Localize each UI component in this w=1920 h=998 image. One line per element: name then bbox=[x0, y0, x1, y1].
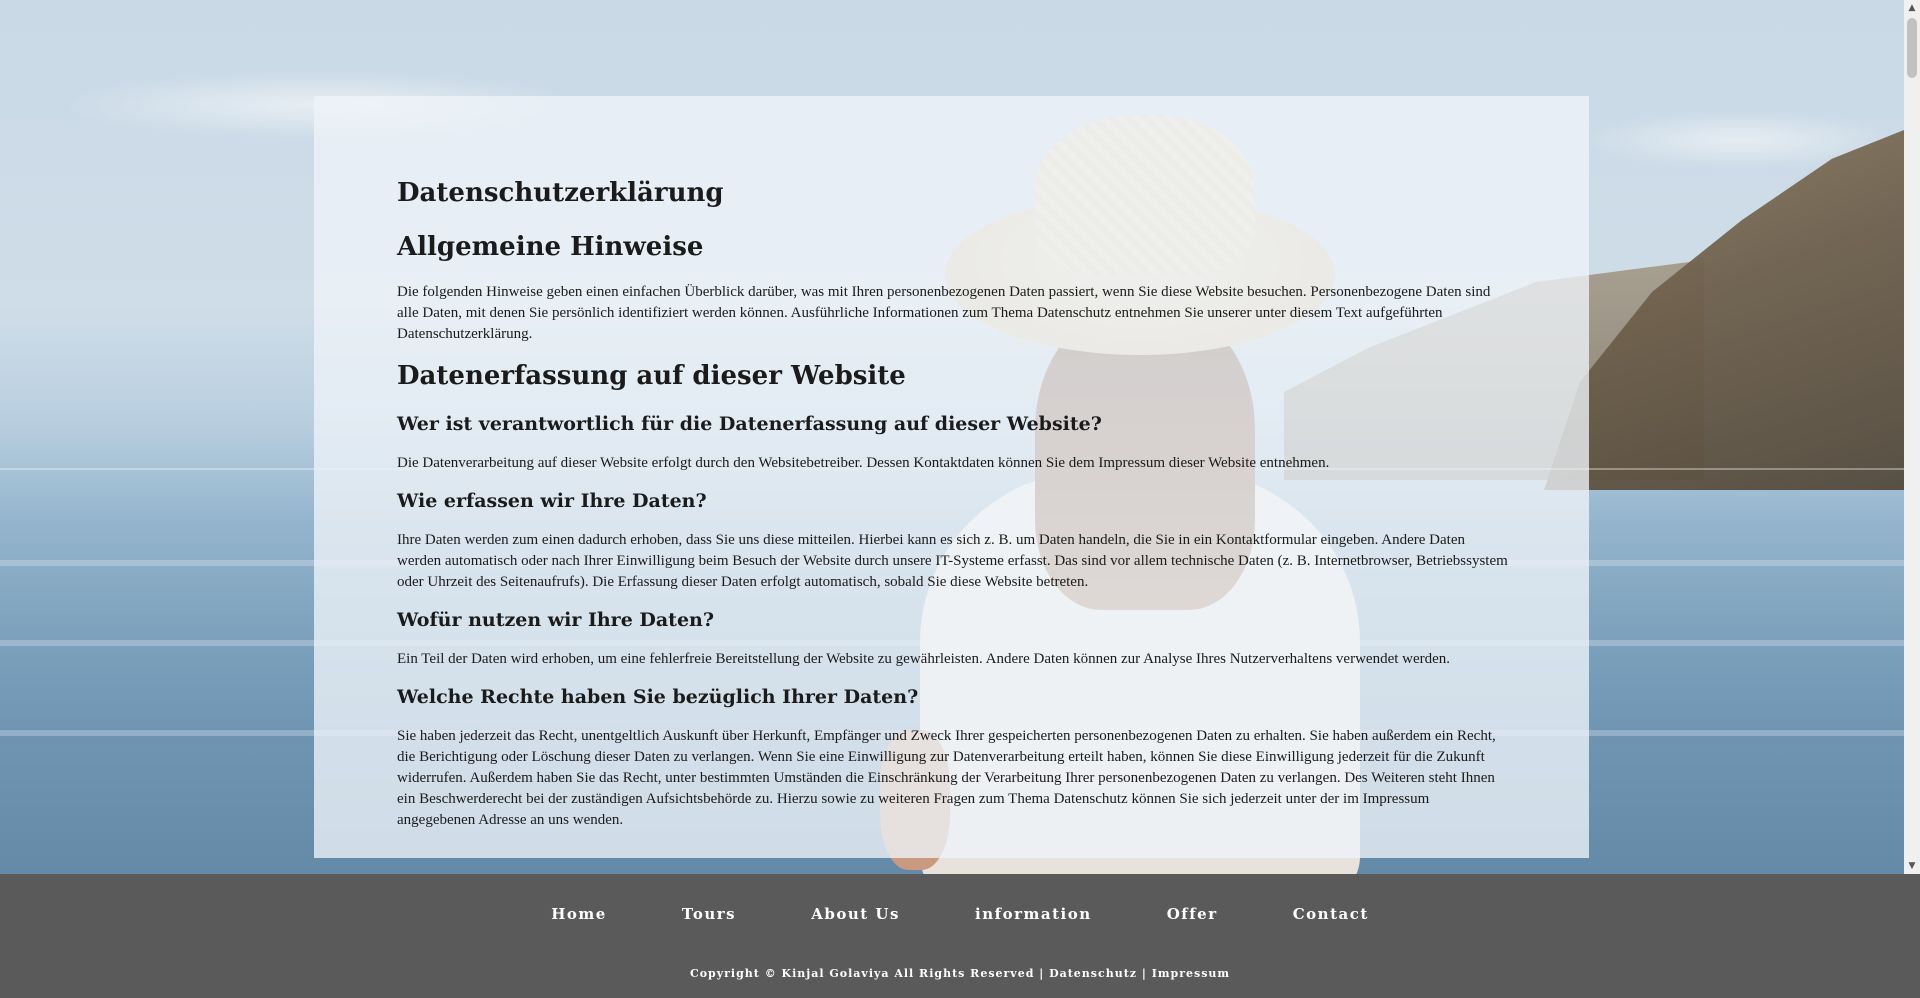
question-heading-usage: Wofür nutzen wir Ihre Daten? bbox=[397, 609, 714, 631]
privacy-panel[interactable]: Datenschutzerklärung Allgemeine Hinweise… bbox=[314, 96, 1589, 858]
vertical-scrollbar[interactable]: ▲ ▼ bbox=[1904, 0, 1920, 874]
paragraph-how-collect: Ihre Daten werden zum einen dadurch erho… bbox=[397, 532, 1508, 590]
nav-link-home[interactable]: Home bbox=[551, 905, 607, 923]
scroll-up-icon[interactable]: ▲ bbox=[1904, 0, 1920, 16]
footer-nav: Home Tours About Us information Offer Co… bbox=[0, 904, 1920, 923]
paragraph-usage: Ein Teil der Daten wird erhoben, um eine… bbox=[397, 651, 1451, 667]
footer: Home Tours About Us information Offer Co… bbox=[0, 874, 1920, 998]
impressum-link[interactable]: Impressum bbox=[1152, 967, 1230, 980]
copyright: Copyright © Kinjal Golaviya All Rights R… bbox=[0, 967, 1920, 980]
nav-link-offer[interactable]: Offer bbox=[1167, 905, 1218, 923]
nav-link-about-us[interactable]: About Us bbox=[811, 905, 900, 923]
paragraph-responsible: Die Datenverarbeitung auf dieser Website… bbox=[397, 455, 1330, 471]
section-heading-data-collection: Datenerfassung auf dieser Website bbox=[397, 361, 906, 391]
copyright-separator: | bbox=[1141, 967, 1147, 980]
question-heading-how-collect: Wie erfassen wir Ihre Daten? bbox=[397, 490, 707, 512]
datenschutz-link[interactable]: Datenschutz bbox=[1049, 967, 1137, 980]
scrollbar-thumb[interactable] bbox=[1907, 18, 1917, 78]
question-heading-rights: Welche Rechte haben Sie bezüglich Ihrer … bbox=[397, 686, 919, 708]
nav-link-tours[interactable]: Tours bbox=[682, 905, 736, 923]
paragraph-general: Die folgenden Hinweise geben einen einfa… bbox=[397, 284, 1491, 342]
nav-link-contact[interactable]: Contact bbox=[1293, 905, 1369, 923]
section-heading-general: Allgemeine Hinweise bbox=[397, 232, 704, 262]
scroll-down-icon[interactable]: ▼ bbox=[1904, 858, 1920, 874]
paragraph-rights: Sie haben jederzeit das Recht, unentgelt… bbox=[397, 728, 1496, 828]
nav-link-information[interactable]: information bbox=[975, 905, 1092, 923]
privacy-content: Datenschutzerklärung Allgemeine Hinweise… bbox=[397, 176, 1509, 845]
page-title: Datenschutzerklärung bbox=[397, 178, 724, 208]
copyright-text: Copyright © Kinjal Golaviya All Rights R… bbox=[689, 967, 1045, 980]
question-heading-responsible: Wer ist verantwortlich für die Datenerfa… bbox=[397, 413, 1102, 435]
